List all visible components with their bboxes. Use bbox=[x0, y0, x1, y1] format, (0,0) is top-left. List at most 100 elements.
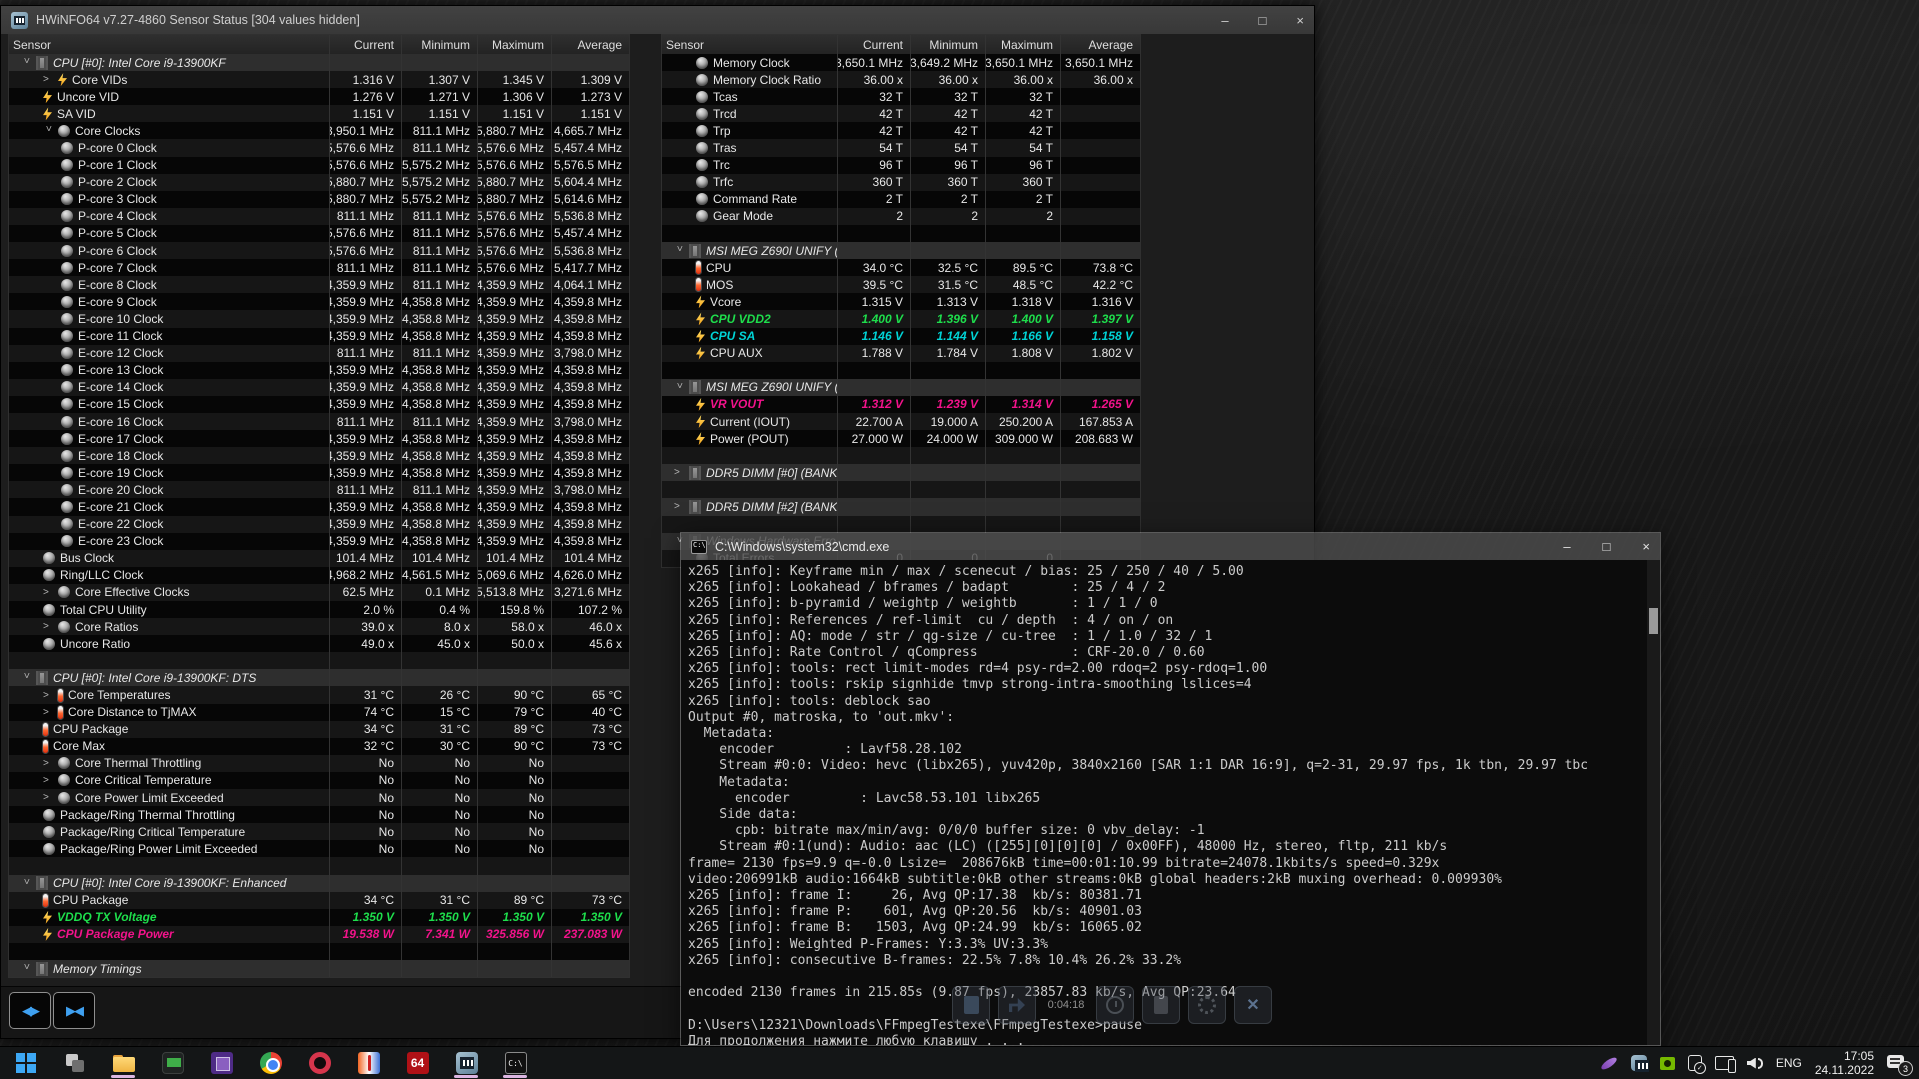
volume-button[interactable] bbox=[1746, 1057, 1763, 1069]
hwinfo-tray-icon[interactable] bbox=[1630, 1055, 1649, 1072]
sensor-row[interactable]: Current (IOUT) 22.700 A 19.000 A 250.200 A1… bbox=[662, 412, 1140, 431]
nvidia-tray-icon[interactable] bbox=[1659, 1056, 1675, 1070]
sensor-row[interactable]: P-core 0 Clock 5,576.6 MHz 811.1 MHz 5,576.… bbox=[9, 139, 629, 157]
start-button[interactable] bbox=[12, 1047, 39, 1079]
taskbar-item-hwinfo[interactable] bbox=[453, 1047, 480, 1079]
sensor-group-row[interactable]: > Memory Timings bbox=[9, 959, 629, 978]
expand-chevron-icon[interactable]: > bbox=[674, 501, 684, 512]
sensor-row[interactable]: E-core 19 Clock 4,359.9 MHz 4,358.8 MHz 4,3… bbox=[9, 464, 629, 482]
taskbar-item-file-explorer[interactable] bbox=[110, 1047, 137, 1079]
taskbar-item-opera[interactable] bbox=[306, 1047, 333, 1079]
overlay-file-button[interactable] bbox=[1142, 986, 1180, 1024]
sensor-row[interactable]: P-core 5 Clock 5,576.6 MHz 811.1 MHz 5,576.… bbox=[9, 224, 629, 243]
sensor-row[interactable]: P-core 4 Clock 811.1 MHz 811.1 MHz 5,576.6 … bbox=[9, 207, 629, 225]
sensor-row[interactable]: E-core 9 Clock 4,359.9 MHz 4,358.8 MHz 4,35… bbox=[9, 293, 629, 311]
sensor-row[interactable]: E-core 23 Clock 4,359.9 MHz 4,358.8 MHz 4,3… bbox=[9, 532, 629, 550]
sensor-row[interactable]: E-core 17 Clock 4,359.9 MHz 4,358.8 MHz 4,3… bbox=[9, 430, 629, 448]
taskbar-item-search[interactable] bbox=[61, 1047, 88, 1079]
language-indicator[interactable]: ENG bbox=[1776, 1056, 1802, 1070]
sensor-row[interactable]: > Core VIDs 1.316 V 1.307 V 1.345 V 1.309 V bbox=[9, 71, 629, 89]
column-header[interactable]: Average bbox=[1060, 35, 1140, 54]
close-button[interactable]: × bbox=[1296, 13, 1304, 28]
sensor-row[interactable]: Package/Ring Power Limit Exceeded No No No bbox=[9, 840, 629, 858]
sensor-row[interactable]: Memory Clock Ratio 36.00 x 36.00 x 36.00 x3… bbox=[662, 71, 1140, 89]
sensor-row[interactable]: CPU Package 34 °C 31 °C 89 °C 73 °C bbox=[9, 891, 629, 909]
column-header[interactable]: Current bbox=[837, 35, 910, 54]
column-header[interactable]: Maximum bbox=[477, 35, 551, 54]
sensor-row[interactable]: CPU 34.0 °C 32.5 °C 89.5 °C 73.8 °C bbox=[662, 259, 1140, 277]
minimize-button[interactable]: – bbox=[1221, 13, 1228, 28]
column-header[interactable]: Minimum bbox=[910, 35, 985, 54]
column-header[interactable]: Minimum bbox=[401, 35, 477, 54]
cmd-scrollbar-thumb[interactable] bbox=[1649, 608, 1658, 634]
column-header[interactable]: Average bbox=[551, 35, 629, 54]
collapse-chevron-icon[interactable]: > bbox=[674, 382, 685, 392]
taskbar-item-dark-app[interactable] bbox=[159, 1047, 186, 1079]
column-header[interactable]: Sensor bbox=[662, 35, 837, 54]
sensor-row[interactable]: P-core 1 Clock 5,576.6 MHz 5,575.2 MHz 5,57… bbox=[9, 156, 629, 174]
overlay-share-button[interactable] bbox=[998, 986, 1036, 1024]
sensor-row[interactable]: > Core Thermal Throttling No No No bbox=[9, 754, 629, 772]
cmd-minimize-button[interactable]: – bbox=[1563, 539, 1570, 554]
terminal-output[interactable]: x265 [info]: Keyframe min / max / scenec… bbox=[681, 560, 1660, 1045]
sensor-row[interactable]: Uncore VID 1.276 V 1.271 V 1.306 V 1.273 V bbox=[9, 88, 629, 106]
sensor-group-row[interactable]: > DDR5 DIMM [#0] (BANK ... bbox=[662, 464, 1140, 482]
sensor-group-row[interactable]: > MSI MEG Z690I UNIFY (... bbox=[662, 242, 1140, 260]
mystic-light-tray-icon[interactable] bbox=[1599, 1054, 1619, 1072]
collapse-chevron-icon[interactable]: > bbox=[21, 878, 32, 888]
expand-chevron-icon[interactable]: > bbox=[43, 621, 53, 632]
sensor-group-row[interactable]: > DDR5 DIMM [#2] (BANK ... bbox=[662, 498, 1140, 516]
clock-datetime[interactable]: 17:05 24.11.2022 bbox=[1815, 1049, 1874, 1077]
expand-chevron-icon[interactable]: > bbox=[43, 74, 53, 85]
cmd-scrollbar[interactable] bbox=[1647, 560, 1660, 1045]
collapse-chevron-icon[interactable]: > bbox=[21, 964, 32, 974]
column-header[interactable]: Maximum bbox=[985, 35, 1060, 54]
column-header[interactable]: Sensor bbox=[9, 35, 329, 54]
sensor-row[interactable]: E-core 16 Clock 811.1 MHz 811.1 MHz 4,359.9… bbox=[9, 412, 629, 431]
sensor-row[interactable]: E-core 21 Clock 4,359.9 MHz 4,358.8 MHz 4,3… bbox=[9, 498, 629, 516]
sensor-row[interactable]: E-core 8 Clock 4,359.9 MHz 811.1 MHz 4,359.… bbox=[9, 276, 629, 294]
sensor-row[interactable]: E-core 12 Clock 811.1 MHz 811.1 MHz 4,359.9… bbox=[9, 344, 629, 362]
sensor-row[interactable]: VR VOUT 1.312 V 1.239 V 1.314 V 1.265 V bbox=[662, 395, 1140, 413]
sensor-group-row[interactable]: > MSI MEG Z690I UNIFY (... bbox=[662, 378, 1140, 396]
sensor-row[interactable]: > Core Clocks 3,950.1 MHz 811.1 MHz 5,880.7 … bbox=[9, 122, 629, 140]
sensor-row[interactable]: Ring/LLC Clock 4,968.2 MHz 4,561.5 MHz 5,06… bbox=[9, 566, 629, 584]
hwinfo-titlebar[interactable]: HWiNFO64 v7.27-4860 Sensor Status [304 v… bbox=[1, 6, 1314, 34]
sensor-row[interactable]: Trfc 360 T 360 T 360 T bbox=[662, 173, 1140, 191]
overlay-close-button[interactable]: ✕ bbox=[1234, 986, 1272, 1024]
sensor-row[interactable]: CPU Package Power 19.538 W 7.341 W 325.856 … bbox=[9, 925, 629, 943]
collapse-chevron-icon[interactable]: > bbox=[21, 58, 32, 68]
sensor-row[interactable]: VDDQ TX Voltage 1.350 V 1.350 V 1.350 V 1.35… bbox=[9, 908, 629, 926]
sensor-row[interactable]: Tcas 32 T 32 T 32 T bbox=[662, 88, 1140, 106]
sensor-row[interactable]: Trc 96 T 96 T 96 T bbox=[662, 156, 1140, 174]
sensor-row[interactable]: SA VID 1.151 V 1.151 V 1.151 V 1.151 V bbox=[9, 105, 629, 123]
taskbar-item-cmd[interactable]: C:\ bbox=[502, 1047, 529, 1079]
sensor-row[interactable]: E-core 18 Clock 4,359.9 MHz 4,358.8 MHz 4,3… bbox=[9, 447, 629, 465]
sensor-row[interactable]: Memory Clock 3,650.1 MHz 3,649.2 MHz 3,650.… bbox=[662, 54, 1140, 72]
sensor-row[interactable]: MOS 39.5 °C 31.5 °C 48.5 °C 42.2 °C bbox=[662, 276, 1140, 294]
sensor-row[interactable]: P-core 6 Clock 5,576.6 MHz 811.1 MHz 5,576.… bbox=[9, 242, 629, 260]
sensor-row[interactable]: Package/Ring Thermal Throttling No No No bbox=[9, 806, 629, 824]
overlay-timer-button[interactable] bbox=[1096, 986, 1134, 1024]
cmd-titlebar[interactable]: C:\Windows\system32\cmd.exe – □ × bbox=[681, 533, 1660, 560]
sensor-row[interactable]: CPU SA 1.146 V 1.144 V 1.166 V 1.158 V bbox=[662, 327, 1140, 345]
sensor-row[interactable]: P-core 2 Clock 5,880.7 MHz 5,575.2 MHz 5,88… bbox=[9, 173, 629, 191]
expand-chevron-icon[interactable]: > bbox=[43, 690, 53, 701]
taskbar-item-coretemp[interactable] bbox=[355, 1047, 382, 1079]
sensor-row[interactable]: > Core Temperatures 31 °C 26 °C 90 °C 65 °C bbox=[9, 686, 629, 704]
sensor-row[interactable]: Total CPU Utility 2.0 % 0.4 % 159.8 % 107.2 … bbox=[9, 601, 629, 619]
sensor-row[interactable]: E-core 22 Clock 4,359.9 MHz 4,358.8 MHz 4,3… bbox=[9, 515, 629, 533]
expand-chevron-icon[interactable]: > bbox=[43, 775, 53, 786]
sensor-row[interactable]: Core Max 32 °C 30 °C 90 °C 73 °C bbox=[9, 737, 629, 755]
sensor-row[interactable]: E-core 10 Clock 4,359.9 MHz 4,358.8 MHz 4,3… bbox=[9, 310, 629, 328]
sensor-row[interactable]: P-core 7 Clock 811.1 MHz 811.1 MHz 5,576.6 … bbox=[9, 259, 629, 277]
sensor-group-row[interactable]: > CPU [#0]: Intel Core i9-13900KF bbox=[9, 54, 629, 72]
sensor-row[interactable]: CPU VDD2 1.400 V 1.396 V 1.400 V 1.397 V bbox=[662, 310, 1140, 328]
sensor-row[interactable]: Gear Mode 2 2 2 bbox=[662, 207, 1140, 225]
sensor-row[interactable]: Tras 54 T 54 T 54 T bbox=[662, 139, 1140, 157]
notification-center-button[interactable]: 3 bbox=[1887, 1055, 1913, 1076]
expand-chevron-icon[interactable]: > bbox=[43, 707, 53, 718]
collapse-chevron-icon[interactable]: > bbox=[21, 673, 32, 683]
taskbar-item-cpuz[interactable] bbox=[208, 1047, 235, 1079]
overlay-settings-button[interactable] bbox=[1188, 986, 1226, 1024]
